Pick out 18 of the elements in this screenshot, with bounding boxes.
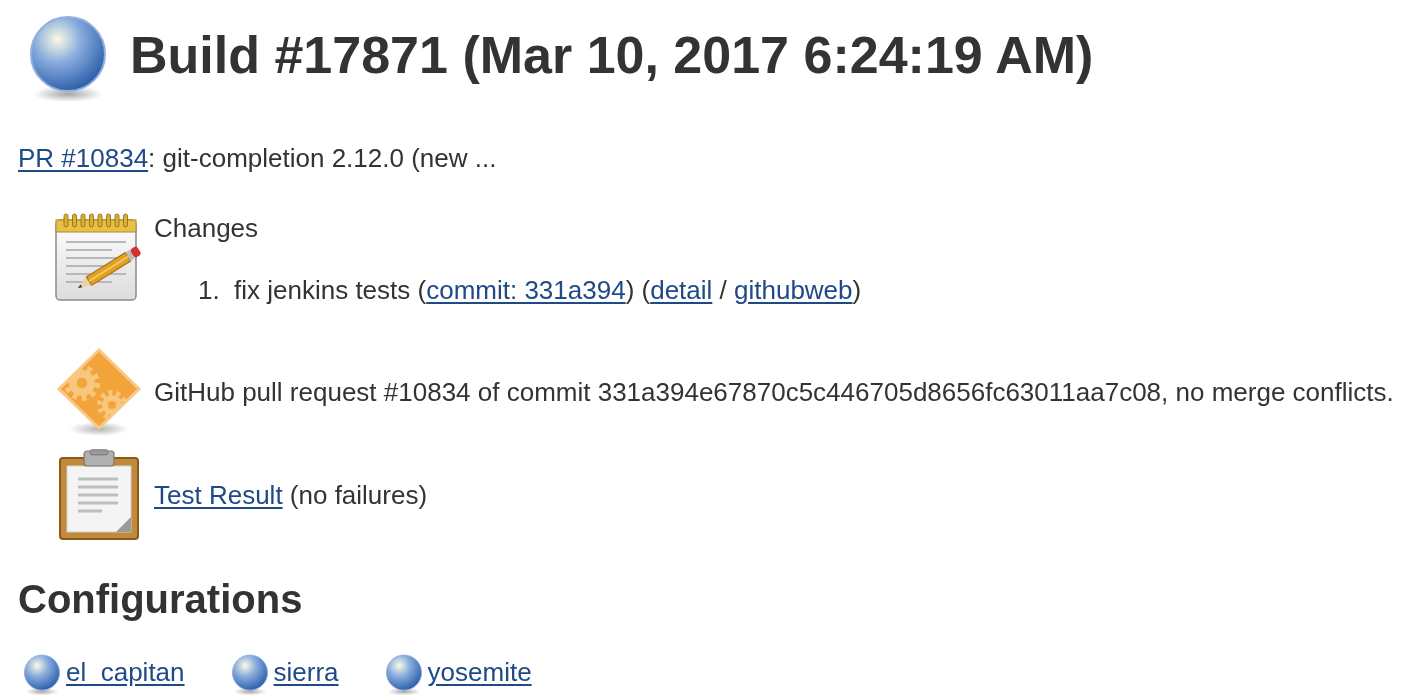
change-link[interactable]: githubweb (734, 275, 853, 305)
change-link[interactable]: detail (650, 275, 713, 305)
list-number: 1. (198, 275, 221, 305)
clipboard-icon (58, 449, 140, 541)
pull-request-message: GitHub pull request #10834 of commit 331a394e67870c5c446705d8656fc63011aa7c08, no merge conflicts. (154, 377, 1394, 407)
changes-heading: Changes (154, 213, 259, 243)
configuration-link[interactable]: yosemite (427, 657, 532, 687)
configuration-link[interactable]: el_capitan (66, 657, 185, 687)
configuration-link[interactable]: sierra (273, 657, 339, 687)
build-description: PR #10834: git-completion 2.12.0 (new ... (18, 143, 497, 173)
change-link[interactable]: commit: 331a394 (426, 275, 626, 305)
test-result-link[interactable]: Test Result (154, 480, 283, 510)
test-result-summary: Test Result (no failures) (154, 480, 428, 510)
change-entry: fix jenkins tests (commit: 331a394) (detail / githubweb) (234, 275, 862, 305)
build-title: Build #17871 (Mar 10, 2017 6:24:19 AM) (130, 25, 1094, 85)
pull-request-link[interactable]: PR #10834 (18, 143, 149, 173)
diamond-gear-icon (56, 347, 142, 437)
configurations-heading: Configurations (18, 576, 303, 622)
